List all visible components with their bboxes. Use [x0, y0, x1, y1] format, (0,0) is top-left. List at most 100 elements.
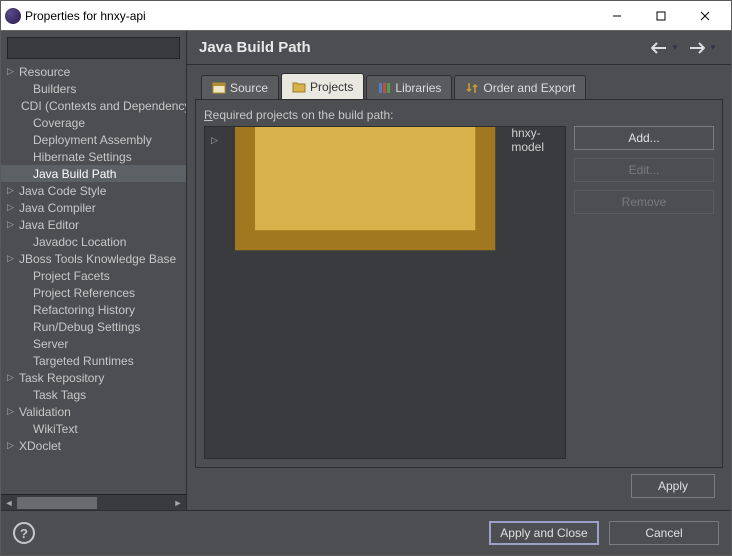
tab-strip: Source Projects Libraries Order and Export	[195, 73, 723, 99]
sidebar-item-xdoclet[interactable]: ▷XDoclet	[1, 437, 186, 454]
sidebar-item-label: Project Facets	[33, 269, 110, 283]
chevron-right-icon: ▷	[7, 219, 19, 230]
tab-label: Source	[230, 81, 268, 95]
sidebar-item-deployment-assembly[interactable]: Deployment Assembly	[1, 131, 186, 148]
sidebar-item-label: Hibernate Settings	[33, 150, 132, 164]
sidebar-item-label: JBoss Tools Knowledge Base	[19, 252, 176, 266]
order-icon	[465, 81, 479, 95]
sidebar-item-hibernate-settings[interactable]: Hibernate Settings	[1, 148, 186, 165]
sidebar-item-label: Targeted Runtimes	[33, 354, 134, 368]
help-icon[interactable]: ?	[13, 522, 35, 544]
sidebar-item-server[interactable]: Server	[1, 335, 186, 352]
sidebar-item-label: Run/Debug Settings	[33, 320, 140, 334]
main-header: Java Build Path ▼ ▼	[187, 31, 731, 65]
window-title: Properties for hnxy-api	[25, 9, 595, 23]
source-icon	[212, 81, 226, 95]
sidebar-item-java-editor[interactable]: ▷Java Editor	[1, 216, 186, 233]
required-projects-label: Required projects on the build path:	[204, 108, 714, 122]
sidebar-item-label: Task Repository	[19, 371, 104, 385]
sidebar-item-label: Refactoring History	[33, 303, 135, 317]
sidebar-item-project-facets[interactable]: Project Facets	[1, 267, 186, 284]
expand-icon[interactable]: ▷	[211, 135, 219, 146]
category-sidebar: ▷ResourceBuildersCDI (Contexts and Depen…	[1, 31, 187, 510]
sidebar-item-label: XDoclet	[19, 439, 61, 453]
sidebar-item-run-debug-settings[interactable]: Run/Debug Settings	[1, 318, 186, 335]
tab-order-and-export[interactable]: Order and Export	[454, 75, 586, 99]
sidebar-item-label: Validation	[19, 405, 71, 419]
chevron-right-icon: ▷	[7, 185, 19, 196]
projects-tab-panel: Required projects on the build path: ▷ h…	[195, 99, 723, 468]
sidebar-item-java-compiler[interactable]: ▷Java Compiler	[1, 199, 186, 216]
sidebar-item-label: CDI (Contexts and Dependency Injection)	[21, 99, 186, 113]
project-label: hnxy-model	[511, 126, 561, 154]
sidebar-item-java-build-path[interactable]: Java Build Path	[1, 165, 186, 182]
chevron-right-icon: ▷	[7, 66, 19, 77]
sidebar-item-label: Project References	[33, 286, 135, 300]
sidebar-item-java-code-style[interactable]: ▷Java Code Style	[1, 182, 186, 199]
folder-icon	[225, 126, 505, 280]
sidebar-item-label: WikiText	[33, 422, 78, 436]
sidebar-item-validation[interactable]: ▷Validation	[1, 403, 186, 420]
apply-button[interactable]: Apply	[631, 474, 715, 498]
sidebar-item-task-tags[interactable]: Task Tags	[1, 386, 186, 403]
sidebar-item-label: Java Build Path	[33, 167, 116, 181]
edit-button: Edit...	[574, 158, 714, 182]
dialog-footer: ? Apply and Close Cancel	[1, 511, 731, 555]
sidebar-item-label: Resource	[19, 65, 70, 79]
sidebar-item-task-repository[interactable]: ▷Task Repository	[1, 369, 186, 386]
chevron-right-icon: ▷	[7, 253, 19, 264]
titlebar: Properties for hnxy-api	[1, 1, 731, 31]
tab-label: Order and Export	[483, 81, 575, 95]
back-menu-icon[interactable]: ▼	[671, 43, 681, 52]
sidebar-item-cdi-contexts-and-dependency-injection[interactable]: CDI (Contexts and Dependency Injection)	[1, 97, 186, 114]
projects-list[interactable]: ▷ hnxy-model	[204, 126, 566, 459]
sidebar-item-builders[interactable]: Builders	[1, 80, 186, 97]
sidebar-item-coverage[interactable]: Coverage	[1, 114, 186, 131]
project-buttons: Add... Edit... Remove	[574, 126, 714, 459]
tab-source[interactable]: Source	[201, 75, 279, 99]
sidebar-item-label: Builders	[33, 82, 76, 96]
chevron-right-icon: ▷	[7, 406, 19, 417]
sidebar-item-label: Task Tags	[33, 388, 86, 402]
scroll-right-icon[interactable]: ►	[170, 495, 186, 511]
sidebar-item-label: Javadoc Location	[33, 235, 126, 249]
scroll-thumb[interactable]	[17, 497, 97, 509]
sidebar-scrollbar[interactable]: ◄ ►	[1, 494, 186, 510]
page-title: Java Build Path	[199, 39, 643, 56]
projects-icon	[292, 80, 306, 94]
close-button[interactable]	[683, 2, 727, 30]
maximize-button[interactable]	[639, 2, 683, 30]
apply-and-close-button[interactable]: Apply and Close	[489, 521, 599, 545]
chevron-right-icon: ▷	[7, 440, 19, 451]
sidebar-item-jboss-tools-knowledge-base[interactable]: ▷JBoss Tools Knowledge Base	[1, 250, 186, 267]
sidebar-item-label: Server	[33, 337, 68, 351]
sidebar-item-resource[interactable]: ▷Resource	[1, 63, 186, 80]
sidebar-item-refactoring-history[interactable]: Refactoring History	[1, 301, 186, 318]
scroll-left-icon[interactable]: ◄	[1, 495, 17, 511]
chevron-right-icon: ▷	[7, 202, 19, 213]
project-item[interactable]: ▷ hnxy-model	[209, 131, 561, 149]
sidebar-item-label: Java Code Style	[19, 184, 106, 198]
tab-libraries[interactable]: Libraries	[366, 75, 452, 99]
sidebar-item-javadoc-location[interactable]: Javadoc Location	[1, 233, 186, 250]
minimize-button[interactable]	[595, 2, 639, 30]
category-tree[interactable]: ▷ResourceBuildersCDI (Contexts and Depen…	[1, 63, 186, 494]
tab-label: Projects	[310, 80, 353, 94]
add-button[interactable]: Add...	[574, 126, 714, 150]
filter-input[interactable]	[7, 37, 180, 59]
tab-projects[interactable]: Projects	[281, 73, 364, 99]
libraries-icon	[377, 81, 391, 95]
sidebar-item-targeted-runtimes[interactable]: Targeted Runtimes	[1, 352, 186, 369]
nav-forward-icon[interactable]	[687, 38, 707, 58]
sidebar-item-project-references[interactable]: Project References	[1, 284, 186, 301]
main-panel: Java Build Path ▼ ▼ Source Projects Librar…	[187, 31, 731, 510]
forward-menu-icon[interactable]: ▼	[709, 43, 719, 52]
chevron-right-icon: ▷	[7, 372, 19, 383]
cancel-button[interactable]: Cancel	[609, 521, 719, 545]
sidebar-item-label: Coverage	[33, 116, 85, 130]
properties-dialog: Properties for hnxy-api ▷ResourceBuilder…	[0, 0, 732, 556]
nav-back-icon[interactable]	[649, 38, 669, 58]
sidebar-item-wikitext[interactable]: WikiText	[1, 420, 186, 437]
content-area: SourceProjectsLibrariesOrder and Export …	[195, 73, 723, 502]
tab-label: Libraries	[395, 81, 441, 95]
